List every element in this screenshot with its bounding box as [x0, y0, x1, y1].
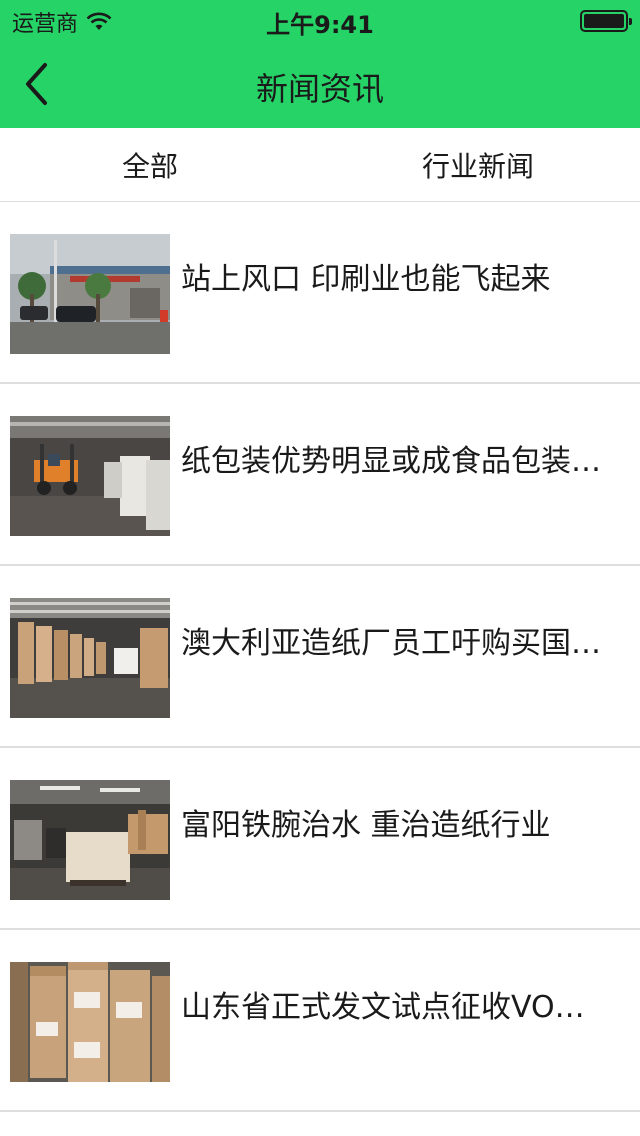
- news-thumbnail: [10, 416, 170, 536]
- status-bar: 运营商 上午9:41: [0, 0, 640, 40]
- news-title: 站上风口 印刷业也能飞起来: [181, 262, 551, 297]
- news-title: 纸包装优势明显或成食品包装…: [181, 444, 601, 479]
- navigation-bar: 新闻资讯: [0, 40, 640, 128]
- news-item[interactable]: 纸包装优势明显或成食品包装…: [0, 384, 640, 566]
- news-thumbnail: [10, 234, 170, 354]
- page-title: 新闻资讯: [255, 70, 384, 108]
- news-item[interactable]: 澳大利亚造纸厂员工吁购买国…: [0, 566, 640, 748]
- battery-icon: [580, 10, 632, 32]
- category-tabs: 全部 行业新闻: [0, 128, 640, 202]
- news-list: 站上风口 印刷业也能飞起来 纸包装优势明显或成食品包装… 澳大利亚造纸厂员工吁购…: [0, 202, 640, 1112]
- news-title: 澳大利亚造纸厂员工吁购买国…: [181, 626, 601, 661]
- status-time: 上午9:41: [266, 11, 374, 39]
- news-title: 富阳铁腕治水 重治造纸行业: [181, 808, 551, 843]
- battery-level: [584, 14, 624, 28]
- header: 运营商 上午9:41 新闻资讯: [0, 0, 640, 128]
- news-item[interactable]: 山东省正式发文试点征收VO…: [0, 930, 640, 1112]
- news-title: 山东省正式发文试点征收VO…: [181, 990, 585, 1025]
- news-thumbnail: [10, 598, 170, 718]
- tab-industry-news[interactable]: 行业新闻: [316, 128, 640, 201]
- tab-all[interactable]: 全部: [0, 128, 316, 201]
- news-item[interactable]: 富阳铁腕治水 重治造纸行业: [0, 748, 640, 930]
- news-thumbnail: [10, 962, 170, 1082]
- news-item[interactable]: 站上风口 印刷业也能飞起来: [0, 202, 640, 384]
- news-thumbnail: [10, 780, 170, 900]
